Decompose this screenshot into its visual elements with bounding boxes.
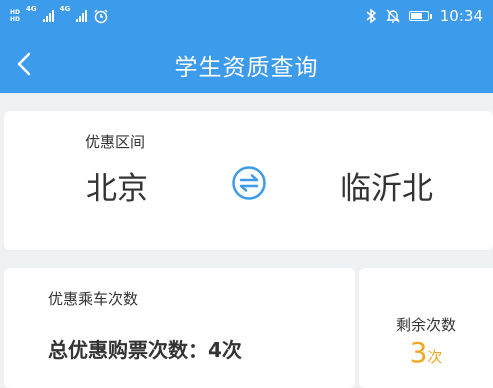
remaining-card: 剩余次数 3次 xyxy=(359,268,493,388)
status-bar: HD HD 4G 4G 10:34 xyxy=(0,0,493,32)
total-count-label: 总优惠购票次数： xyxy=(48,338,208,362)
to-station[interactable]: 临沂北 xyxy=(340,163,433,208)
hd-label-1: HD xyxy=(10,9,21,16)
signal-icon xyxy=(42,10,54,22)
route-caption: 优惠区间 xyxy=(85,133,146,151)
status-time: 10:34 xyxy=(439,7,483,25)
app-header: HD HD 4G 4G 10:34 学生资质查询 xyxy=(0,0,493,93)
mute-icon xyxy=(386,9,400,23)
remaining-label: 剩余次数 xyxy=(395,316,456,334)
route-card: 优惠区间 北京 临沂北 xyxy=(4,111,493,250)
bluetooth-icon xyxy=(366,8,376,24)
battery-icon xyxy=(408,11,432,21)
network-type-1: 4G xyxy=(26,5,37,13)
remaining-value: 3次 xyxy=(359,336,493,369)
hd-icon: HD HD xyxy=(10,9,20,23)
total-count-value: 4次 xyxy=(208,338,242,362)
swap-icon[interactable] xyxy=(231,165,267,201)
hd-label-2: HD xyxy=(10,16,21,23)
status-bar-left: HD HD 4G 4G xyxy=(10,6,109,26)
from-station[interactable]: 北京 xyxy=(86,163,148,208)
ride-count-caption: 优惠乘车次数 xyxy=(48,290,139,308)
network-type-2: 4G xyxy=(59,5,71,13)
status-bar-right: 10:34 xyxy=(365,6,483,26)
total-count-line: 总优惠购票次数：4次 xyxy=(48,334,242,363)
remaining-unit: 次 xyxy=(427,348,443,366)
remaining-number: 3 xyxy=(409,336,428,369)
alarm-icon xyxy=(94,9,108,24)
signal-icon xyxy=(76,10,88,22)
ride-count-card: 优惠乘车次数 总优惠购票次数：4次 xyxy=(4,268,355,388)
page-title: 学生资质查询 xyxy=(174,55,319,81)
